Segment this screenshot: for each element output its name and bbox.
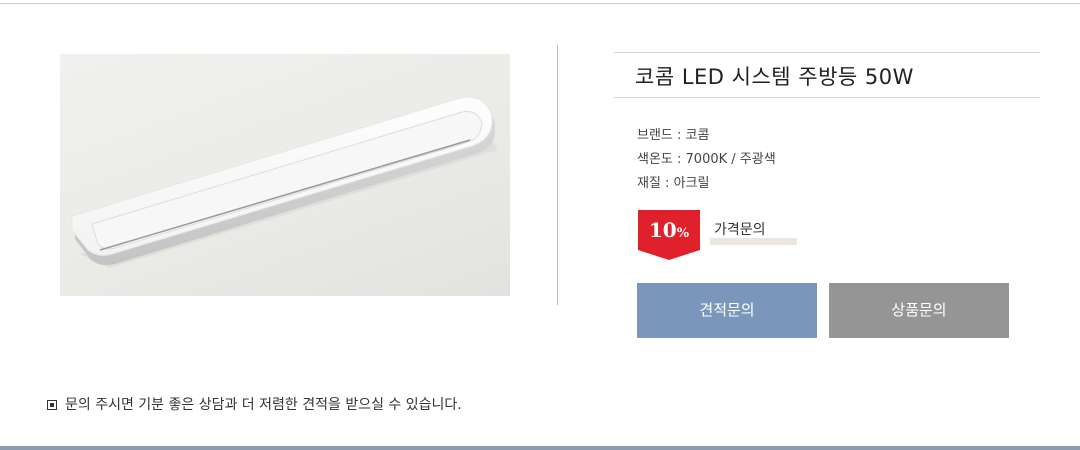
quote-inquiry-button[interactable]: 견적문의 [637,283,817,338]
bottom-divider-bar [0,446,1080,450]
bullet-square-icon [47,400,57,410]
discount-badge: 10% [638,210,700,260]
spec-color-temperature: 색온도 : 7000K / 주광색 [637,152,776,167]
discount-number: 10 [648,218,677,242]
product-title-box: 코콤 LED 시스템 주방등 50W [614,52,1040,98]
spec-material: 재질 : 아크릴 [637,176,710,191]
price-underline [710,238,797,245]
notice-text: 문의 주시면 기분 좋은 상담과 더 저렴한 견적을 받으실 수 있습니다. [65,397,462,413]
product-title: 코콤 LED 시스템 주방등 50W [635,65,914,89]
discount-label: 10% [638,218,700,242]
discount-unit: % [676,226,690,241]
vertical-divider [557,45,558,305]
price-inquiry-label: 가격문의 [714,222,766,238]
product-specs: 브랜드 : 코콤 색온도 : 7000K / 주광색 재질 : 아크릴 [637,124,776,196]
spec-brand: 브랜드 : 코콤 [637,128,710,143]
product-image [60,54,510,296]
top-divider [0,3,1080,4]
product-inquiry-button[interactable]: 상품문의 [829,283,1009,338]
notice: 문의 주시면 기분 좋은 상담과 더 저렴한 견적을 받으실 수 있습니다. [47,394,462,414]
led-fixture-illustration [71,96,498,268]
